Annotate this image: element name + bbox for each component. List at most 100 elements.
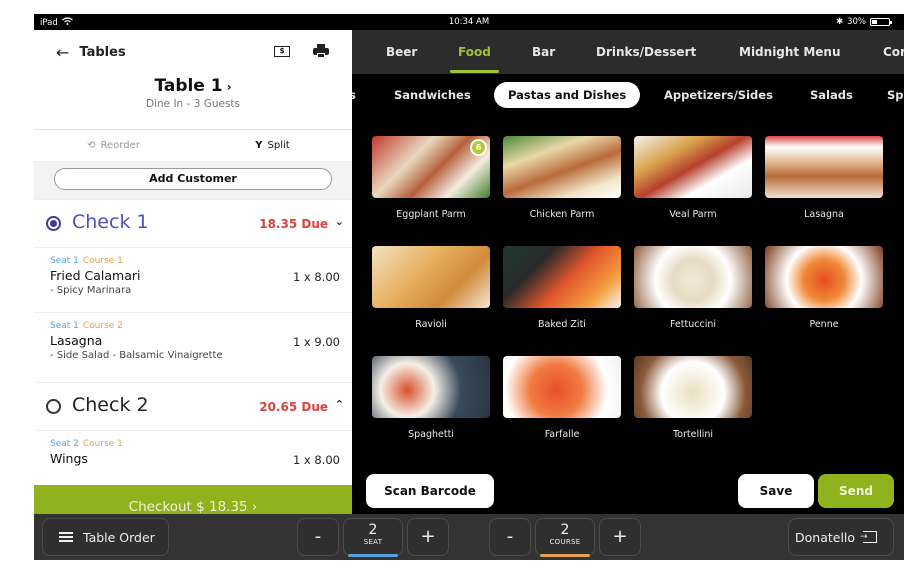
tab-overflow[interactable]: Cor xyxy=(883,30,904,74)
seat-value: 2 xyxy=(368,522,378,538)
item-modifiers: - Side Salad - Balsamic Vinaigrette xyxy=(50,350,223,361)
course-value: 2 xyxy=(560,522,570,538)
print-icon[interactable] xyxy=(313,44,329,58)
tab-food[interactable]: Food xyxy=(450,30,499,74)
menu-item-name: Lasagna xyxy=(804,209,844,220)
item-qty-price: 1 x 8.00 xyxy=(292,270,340,284)
refresh-icon: ⟲ xyxy=(87,140,96,151)
menu-item-name: Fettuccini xyxy=(669,319,716,330)
table-order-label: Table Order xyxy=(83,529,155,545)
scan-barcode-button[interactable]: Scan Barcode xyxy=(366,474,494,508)
course-selector[interactable]: 2 COURSE xyxy=(535,518,595,557)
menu-item-name: Chicken Parm xyxy=(529,209,595,220)
menu-item-image xyxy=(503,356,621,418)
subtab-previous[interactable]: s xyxy=(352,88,356,102)
item-seat: Seat 1 xyxy=(50,256,79,266)
item-seat: Seat 2 xyxy=(50,439,79,449)
menu-item-tile[interactable]: Baked Ziti xyxy=(503,246,621,330)
check-name: Check 2 xyxy=(72,394,149,416)
subtab-sandwiches[interactable]: Sandwiches xyxy=(394,88,471,102)
seat-decrement-button[interactable]: - xyxy=(297,518,339,556)
item-count-badge: 6 xyxy=(470,139,487,156)
bluetooth-icon: ✱ xyxy=(835,17,844,27)
menu-item-name: Veal Parm xyxy=(669,209,717,220)
menu-item-image xyxy=(765,136,883,198)
back-to-tables-button[interactable]: ← Tables xyxy=(56,43,126,62)
check-radio-unselected[interactable] xyxy=(46,399,61,414)
menu-item-tile[interactable]: Veal Parm xyxy=(634,136,752,220)
back-label: Tables xyxy=(79,45,126,60)
menu-item-name: Spaghetti xyxy=(408,429,454,440)
order-item[interactable]: Seat 1 Course 1 Fried Calamari 1 x 8.00 -… xyxy=(34,248,352,313)
check-radio-selected[interactable] xyxy=(46,216,61,231)
battery-icon xyxy=(870,18,892,26)
check-name: Check 1 xyxy=(72,211,149,233)
menu-item-image xyxy=(372,356,490,418)
check-2-header[interactable]: Check 2 20.65 Due ⌃ xyxy=(34,383,352,431)
seat-selector[interactable]: 2 SEAT xyxy=(343,518,403,557)
subtab-overflow[interactable]: Sp xyxy=(887,88,904,102)
category-tabs: Beer Food Bar Drinks/Dessert Midnight Me… xyxy=(352,30,904,74)
menu-item-tile[interactable]: Farfalle xyxy=(503,356,621,440)
course-increment-button[interactable]: + xyxy=(599,518,641,556)
cash-drawer-icon[interactable]: $ xyxy=(274,46,290,57)
chevron-down-icon[interactable]: ⌄ xyxy=(335,215,344,228)
order-item[interactable]: Seat 2 Course 1 Wings 1 x 8.00 xyxy=(34,431,352,471)
course-label: COURSE xyxy=(549,538,581,546)
menu-item-tile[interactable]: Tortellini xyxy=(634,356,752,440)
seat-label: SEAT xyxy=(363,538,383,546)
table-title: Table 1 xyxy=(154,76,223,96)
menu-item-name: Farfalle xyxy=(544,429,580,440)
send-button[interactable]: Send xyxy=(818,474,894,508)
menu-item-name: Baked Ziti xyxy=(538,319,586,330)
user-logout-button[interactable]: Donatello → xyxy=(788,518,894,556)
back-arrow-icon: ← xyxy=(56,43,70,62)
status-bar: iPad 10:34 AM ✱ 30% xyxy=(34,14,904,30)
table-order-button[interactable]: Table Order xyxy=(42,518,169,556)
check-1-header[interactable]: Check 1 18.35 Due ⌄ xyxy=(34,200,352,248)
menu-item-tile[interactable]: Spaghetti xyxy=(372,356,490,440)
menu-item-image xyxy=(634,136,752,198)
order-item[interactable]: Seat 1 Course 2 Lasagna 1 x 9.00 - Side S… xyxy=(34,313,352,383)
item-course: Course 2 xyxy=(82,321,123,331)
chevron-right-icon: › xyxy=(226,80,232,94)
course-decrement-button[interactable]: - xyxy=(489,518,531,556)
menu-item-image xyxy=(503,136,621,198)
menu-item-tile[interactable]: Chicken Parm xyxy=(503,136,621,220)
ipad-screen: iPad 10:34 AM ✱ 30% ← Tables $ Table 1 › … xyxy=(34,14,904,560)
menu-item-tile[interactable]: Penne xyxy=(765,246,883,330)
menu-item-tile[interactable]: Fettuccini xyxy=(634,246,752,330)
menu-item-tile[interactable]: Ravioli xyxy=(372,246,490,330)
menu-item-tile[interactable]: Lasagna xyxy=(765,136,883,220)
order-panel: ← Tables $ Table 1 › Dine In - 3 Guests ⟲… xyxy=(34,30,352,530)
subtab-appetizers-sides[interactable]: Appetizers/Sides xyxy=(664,88,773,102)
seat-indicator xyxy=(348,554,398,557)
menu-item-image xyxy=(372,246,490,308)
menu-item-image xyxy=(634,356,752,418)
menu-item-image xyxy=(503,246,621,308)
menu-item-image xyxy=(634,246,752,308)
add-customer-button[interactable]: Add Customer xyxy=(54,168,332,190)
item-modifiers: - Spicy Marinara xyxy=(50,285,132,296)
tab-drinks-dessert[interactable]: Drinks/Dessert xyxy=(596,30,696,74)
item-qty-price: 1 x 9.00 xyxy=(292,335,340,349)
menu-item-tile[interactable]: 6 Eggplant Parm xyxy=(372,136,490,220)
save-button[interactable]: Save xyxy=(738,474,814,508)
split-button[interactable]: Y Split xyxy=(193,130,352,161)
bottom-toolbar: Table Order - 2 SEAT + - 2 COURSE + Dona… xyxy=(34,514,904,560)
chevron-up-icon[interactable]: ⌃ xyxy=(335,398,344,411)
reorder-button[interactable]: ⟲ Reorder xyxy=(34,130,193,161)
tab-bar[interactable]: Bar xyxy=(532,30,555,74)
subtab-salads[interactable]: Salads xyxy=(810,88,853,102)
table-header[interactable]: Table 1 › Dine In - 3 Guests xyxy=(34,74,352,130)
subtab-pastas-and-dishes[interactable]: Pastas and Dishes xyxy=(494,82,641,108)
split-icon: Y xyxy=(255,140,263,151)
seat-increment-button[interactable]: + xyxy=(407,518,449,556)
course-indicator xyxy=(540,554,590,557)
item-seat: Seat 1 xyxy=(50,321,79,331)
menu-item-name: Ravioli xyxy=(415,319,447,330)
tab-midnight-menu[interactable]: Midnight Menu xyxy=(739,30,841,74)
clock: 10:34 AM xyxy=(448,17,490,27)
tab-beer[interactable]: Beer xyxy=(386,30,417,74)
menu-item-image: 6 xyxy=(372,136,490,198)
